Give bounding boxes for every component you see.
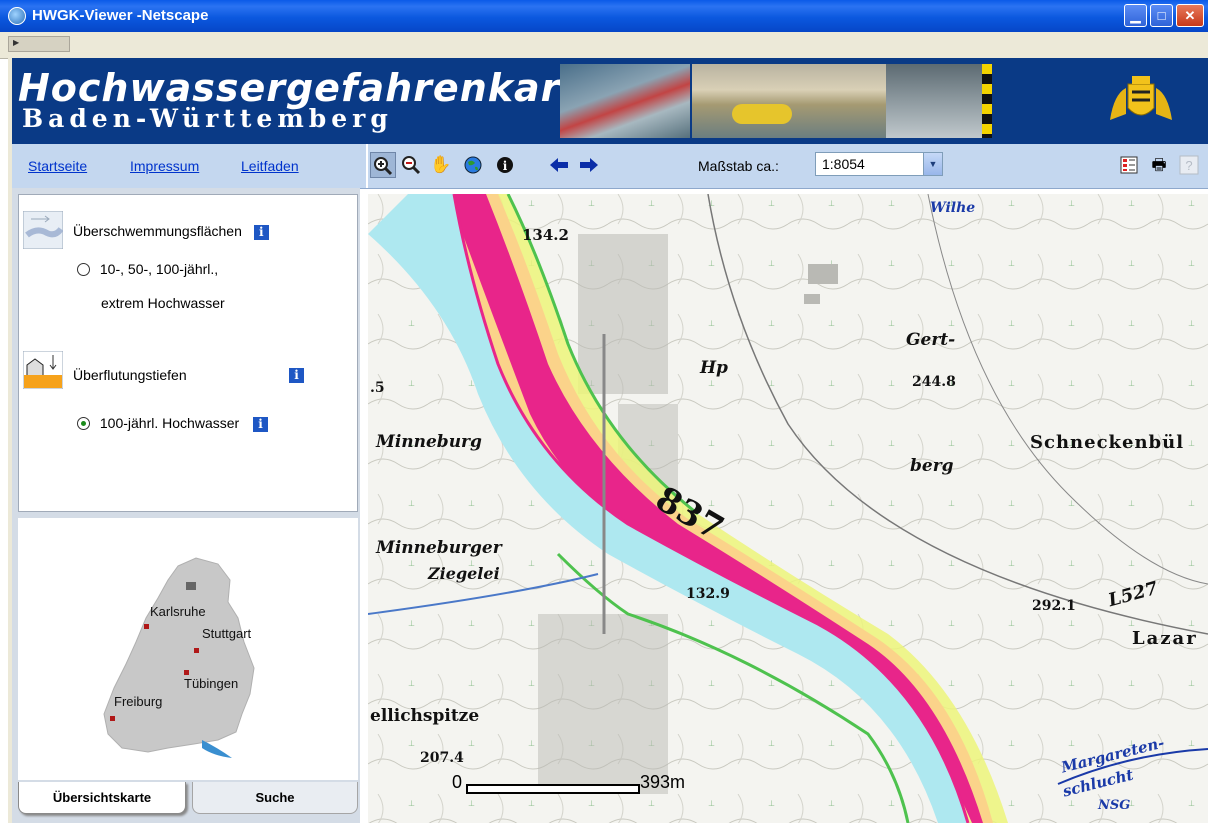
maximize-icon: □	[1157, 8, 1166, 23]
zoom-out-button[interactable]	[398, 152, 424, 178]
netscape-app-icon	[8, 7, 26, 25]
hand-icon: ✋	[430, 155, 452, 174]
flood-depth-option-label: 100-jährl. Hochwasser	[99, 415, 240, 431]
zoom-out-icon	[402, 156, 421, 175]
map-label-nsg: NSG	[1098, 798, 1131, 813]
flood-depth-layer-icon	[23, 351, 63, 389]
scale-value: 1:8054	[822, 156, 865, 172]
forward-button[interactable]	[576, 152, 602, 178]
help-button[interactable]: ?	[1176, 152, 1202, 178]
svg-text:?: ?	[1185, 158, 1192, 173]
scalebar-start-label: 0	[452, 772, 463, 792]
full-extent-button[interactable]	[460, 152, 486, 178]
menu-strip: ▶	[0, 32, 1208, 59]
scalebar-end-label: 393m	[640, 772, 686, 792]
tab-search[interactable]: Suche	[192, 782, 358, 814]
legend-icon	[1120, 156, 1138, 174]
flood-areas-info-icon[interactable]: i	[253, 225, 269, 240]
info-icon: i	[497, 157, 513, 173]
flood-raft-photo	[692, 64, 886, 138]
toolbar-grip[interactable]: ▶	[8, 36, 70, 52]
navigation-bar: Startseite Impressum Leitfaden ✋ i Maßst…	[12, 144, 1208, 189]
tab-overview-map[interactable]: Übersichtskarte	[18, 782, 186, 814]
panel-tab-bar: Übersichtskarte Suche	[12, 780, 360, 823]
scale-label: Maßstab ca.:	[698, 158, 779, 174]
map-toolbar: ✋ i Maßstab ca.: 1:8054 ▼ 🖶 ?	[366, 144, 1208, 188]
banner-subtitle: Baden-Württemberg	[22, 104, 393, 133]
pan-button[interactable]: ✋	[428, 152, 454, 178]
arrow-right-icon	[580, 158, 598, 172]
nav-link-impressum[interactable]: Impressum	[130, 158, 199, 174]
banner-stripe-decoration	[982, 64, 992, 138]
nav-link-startseite[interactable]: Startseite	[28, 158, 87, 174]
close-icon: ✕	[1184, 8, 1196, 23]
coat-of-arms-logo	[1110, 76, 1172, 120]
flood-map-graphic: ⊥	[368, 194, 1208, 823]
map-label-207: 207.4	[420, 750, 464, 766]
flood-areas-option[interactable]: 10-, 50-, 100-jährl.,	[77, 261, 218, 277]
flood-areas-label: Überschwemmungsflächen	[73, 223, 242, 239]
flood-areas-radio[interactable]	[77, 263, 90, 276]
map-label-244: 244.8	[912, 374, 956, 390]
map-label-hp: Hp	[700, 358, 728, 378]
left-panel: Überschwemmungsflächen i 10-, 50-, 100-j…	[12, 188, 360, 823]
svg-text:i: i	[503, 159, 508, 173]
map-label-gert: Gert-	[906, 330, 956, 350]
map-label-134: 134.2	[522, 226, 569, 244]
zoom-in-icon	[374, 157, 393, 176]
nav-link-leitfaden[interactable]: Leitfaden	[241, 158, 299, 174]
map-label-lazar: Lazar	[1132, 628, 1198, 649]
map-label-berg: berg	[910, 456, 954, 476]
window-title-bar[interactable]: HWGK-Viewer -Netscape ▁ □ ✕	[0, 0, 1208, 32]
map-label-ellichspitze: ellichspitze	[370, 706, 480, 726]
city-label-tuebingen: Tübingen	[184, 676, 239, 691]
flood-car-photo	[560, 64, 690, 138]
scale-select[interactable]: 1:8054 ▼	[815, 152, 943, 176]
info-button[interactable]: i	[492, 152, 518, 178]
map-label-292: 292.1	[1032, 598, 1076, 614]
map-label-left-5: .5	[370, 380, 385, 396]
map-view[interactable]: ⊥ 134.2 Gert- 244.8 berg Schnecken	[368, 194, 1208, 823]
map-label-ziegelei: Ziegelei	[428, 564, 500, 583]
expand-arrow-icon: ▶	[13, 38, 20, 47]
legend-button[interactable]	[1116, 152, 1142, 178]
minimize-icon: ▁	[1130, 8, 1141, 23]
zoom-in-button[interactable]	[370, 152, 396, 178]
flood-depth-option[interactable]: 100-jährl. Hochwasser i	[77, 415, 269, 432]
flood-depth-label: Überflutungstiefen	[73, 367, 187, 383]
print-button[interactable]: 🖶	[1146, 152, 1172, 178]
flood-bicycle-photo	[886, 64, 982, 138]
flood-depth-radio[interactable]	[77, 417, 90, 430]
map-label-minneburg: Minneburg	[376, 432, 482, 452]
baden-wuerttemberg-outline	[103, 557, 255, 758]
map-label-minneburger: Minneburger	[376, 538, 502, 558]
chevron-down-icon[interactable]: ▼	[923, 153, 942, 175]
scalebar	[466, 784, 640, 794]
close-button[interactable]: ✕	[1176, 4, 1204, 27]
flood-depth-info-icon[interactable]: i	[289, 368, 304, 383]
arrow-left-icon	[550, 158, 568, 172]
header-banner: Hochwassergefahrenkarte Baden-Württember…	[12, 58, 1208, 144]
flood-areas-option-label: 10-, 50-, 100-jährl.,	[99, 261, 219, 277]
flood-area-layer-icon	[23, 211, 63, 249]
maximize-button[interactable]: □	[1150, 4, 1173, 27]
globe-icon	[464, 156, 482, 174]
printer-icon: 🖶	[1151, 157, 1167, 174]
help-icon: ?	[1179, 155, 1199, 175]
map-label-132: 132.9	[686, 586, 730, 602]
city-label-karlsruhe: Karlsruhe	[150, 604, 206, 619]
window-title: HWGK-Viewer -Netscape	[32, 7, 209, 24]
city-label-freiburg: Freiburg	[114, 694, 163, 709]
flood-depth-option-info-icon[interactable]: i	[253, 417, 269, 432]
map-label-schneckenbuhl: Schneckenbül	[1030, 432, 1185, 453]
layer-panel: Überschwemmungsflächen i 10-, 50-, 100-j…	[18, 194, 358, 512]
city-label-stuttgart: Stuttgart	[202, 626, 252, 641]
flood-areas-option-label-2: extrem Hochwasser	[101, 295, 225, 311]
map-label-wilhelmsfeld: Wilhe	[930, 200, 976, 216]
overview-map[interactable]: Karlsruhe Stuttgart Tübingen Freiburg	[18, 518, 358, 780]
back-button[interactable]	[546, 152, 572, 178]
minimize-button[interactable]: ▁	[1124, 4, 1147, 27]
